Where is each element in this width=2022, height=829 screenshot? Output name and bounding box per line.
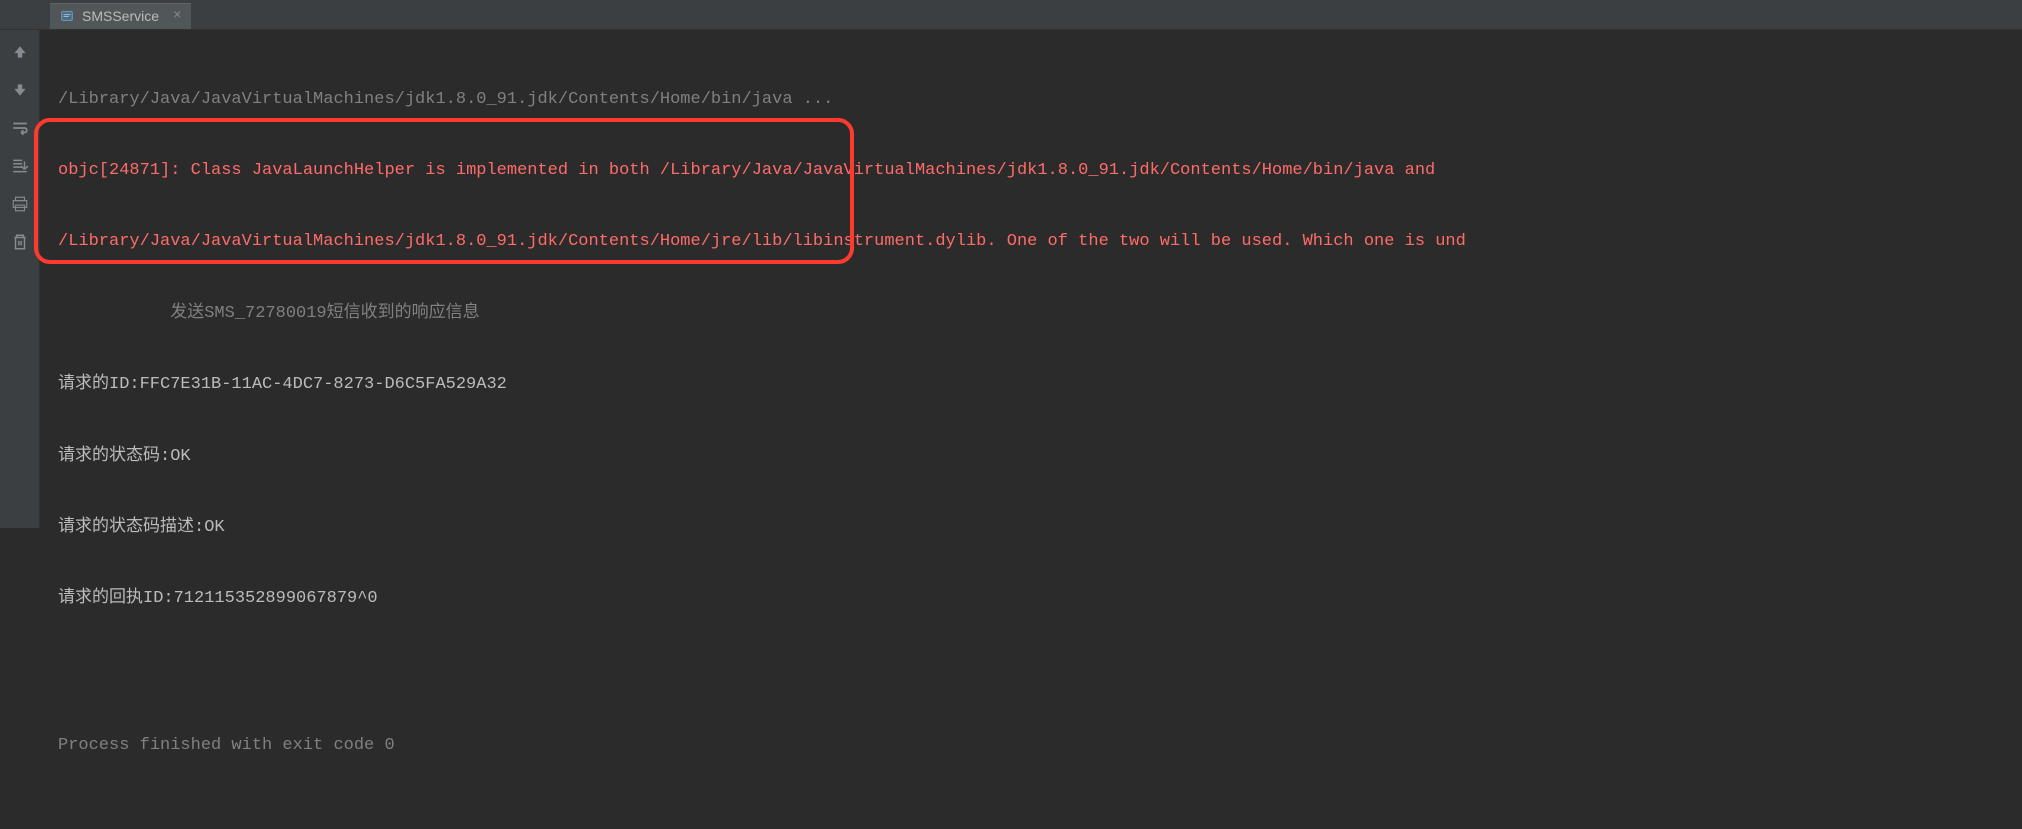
tab-smsservice[interactable]: SMSService × [50, 3, 191, 29]
console-output[interactable]: /Library/Java/JavaVirtualMachines/jdk1.8… [40, 30, 2022, 528]
close-icon[interactable]: × [173, 8, 181, 24]
arrow-up-icon[interactable] [10, 42, 30, 62]
print-icon[interactable] [10, 194, 30, 214]
console-line-blank [58, 659, 2004, 683]
scroll-to-end-icon[interactable] [10, 156, 30, 176]
console-line-error-2: /Library/Java/JavaVirtualMachines/jdk1.8… [58, 230, 2004, 254]
tab-bar: SMSService × [0, 0, 2022, 30]
arrow-down-icon[interactable] [10, 80, 30, 100]
tab-label: SMSService [82, 8, 159, 24]
console-line-exit: Process finished with exit code 0 [58, 734, 2004, 758]
console-line-error-1: objc[24871]: Class JavaLaunchHelper is i… [58, 159, 2004, 183]
console-line-request-id: 请求的ID:FFC7E31B-11AC-4DC7-8273-D6C5FA529A… [58, 373, 2004, 397]
trash-icon[interactable] [10, 232, 30, 252]
console-line-send-sms: 发送SMS_72780019短信收到的响应信息 [58, 302, 2004, 326]
soft-wrap-icon[interactable] [10, 118, 30, 138]
run-config-icon [60, 9, 74, 23]
console-gutter [0, 30, 40, 528]
console-line-status-code: 请求的状态码:OK [58, 445, 2004, 469]
console-line-java-path: /Library/Java/JavaVirtualMachines/jdk1.8… [58, 88, 2004, 112]
console-line-receipt-id: 请求的回执ID:712115352899067879^0 [58, 587, 2004, 611]
main-area: /Library/Java/JavaVirtualMachines/jdk1.8… [0, 30, 2022, 528]
